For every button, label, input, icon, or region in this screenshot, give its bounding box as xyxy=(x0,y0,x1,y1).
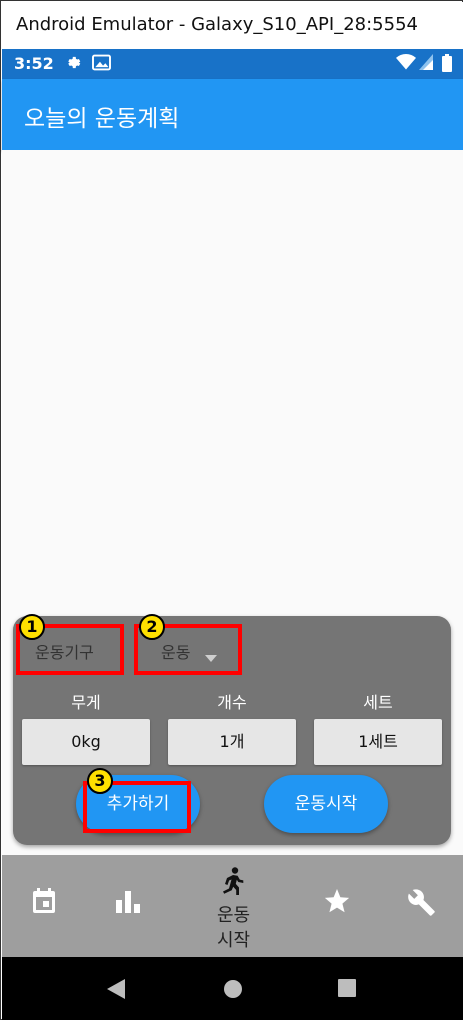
nav-start-label-line2[interactable]: 시작 xyxy=(217,926,250,952)
status-time: 3:52 xyxy=(14,54,54,73)
app-bar: 오늘의 운동계획 xyxy=(2,79,463,150)
wrench-icon[interactable] xyxy=(407,888,436,921)
annotation-badge-3: 3 xyxy=(87,768,113,794)
status-bar: 3:52 xyxy=(2,49,463,79)
page-title: 오늘의 운동계획 xyxy=(24,106,180,132)
window-title: Android Emulator - Galaxy_S10_API_28:555… xyxy=(16,14,418,35)
sets-input[interactable]: 1세트 xyxy=(314,719,442,765)
bar-chart-icon[interactable] xyxy=(116,891,140,917)
emulator-window: Android Emulator - Galaxy_S10_API_28:555… xyxy=(0,0,463,1020)
emulator-title-bar: Android Emulator - Galaxy_S10_API_28:555… xyxy=(2,2,463,49)
reps-label: 개수 xyxy=(217,693,247,712)
annotation-badge-1: 1 xyxy=(19,614,45,640)
nav-start-label-line1[interactable]: 운동 xyxy=(217,901,250,927)
bottom-navigation: 운동 시작 xyxy=(2,855,463,957)
annotation-badge-2: 2 xyxy=(139,614,165,640)
sets-label: 세트 xyxy=(363,693,393,712)
system-navigation-bar xyxy=(2,957,463,1020)
weight-input[interactable]: 0kg xyxy=(22,719,150,765)
battery-icon xyxy=(442,54,452,76)
photo-notification-icon xyxy=(92,54,111,75)
settings-gear-icon xyxy=(64,54,81,75)
weight-label: 무게 xyxy=(71,693,101,712)
back-icon[interactable] xyxy=(107,979,125,1003)
recents-icon[interactable] xyxy=(338,979,356,1001)
home-icon[interactable] xyxy=(223,979,243,1003)
calendar-icon[interactable] xyxy=(32,888,56,918)
signal-icon xyxy=(419,54,433,74)
start-workout-button[interactable]: 운동시작 xyxy=(264,775,388,833)
reps-input[interactable]: 1개 xyxy=(168,719,296,765)
running-icon[interactable] xyxy=(220,867,244,899)
star-icon[interactable] xyxy=(324,889,350,918)
wifi-icon xyxy=(396,54,416,74)
